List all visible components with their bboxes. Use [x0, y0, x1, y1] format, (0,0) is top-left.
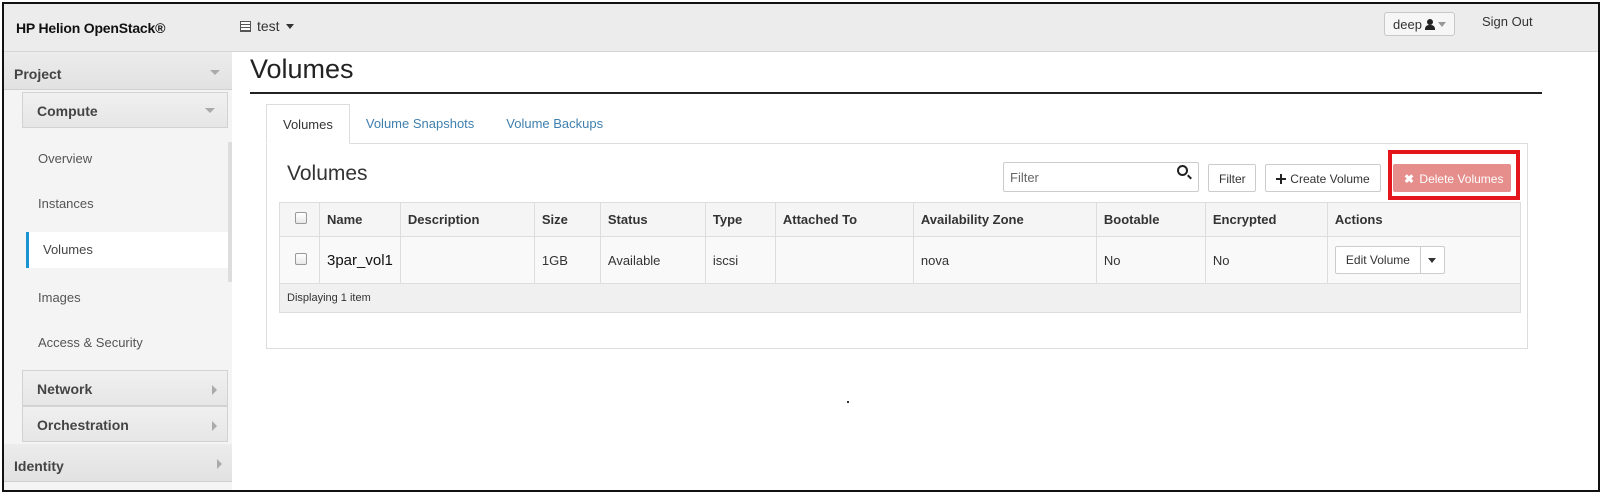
sidebar-item-instances[interactable]: Instances [22, 186, 228, 222]
user-menu-button[interactable]: deep [1384, 12, 1455, 36]
top-navbar: HP Helion OpenStack® test deep Sign Out [4, 4, 1598, 52]
volume-size: 1GB [533, 236, 601, 284]
column-header-bootable[interactable]: Bootable [1095, 202, 1206, 237]
user-icon [1424, 18, 1435, 30]
select-all-checkbox[interactable] [295, 212, 307, 224]
sidebar-panel-compute[interactable]: Compute [22, 92, 228, 128]
chevron-down-icon [1437, 21, 1446, 27]
volume-availability-zone: nova [912, 236, 1097, 284]
table-item-count: Displaying 1 item [279, 283, 1521, 313]
page-title: Volumes [250, 54, 354, 84]
volume-attached-to [774, 236, 914, 284]
column-header-name[interactable]: Name [319, 202, 401, 237]
app-frame: HP Helion OpenStack® test deep Sign Out … [2, 2, 1600, 492]
sidebar-panel-label: Orchestration [37, 417, 129, 433]
tab-volume-snapshots[interactable]: Volume Snapshots [350, 104, 490, 144]
project-selector[interactable]: test [240, 18, 294, 34]
project-list-icon [240, 20, 251, 32]
edit-volume-button[interactable]: Edit Volume [1334, 246, 1421, 274]
sidebar-panel-label: Network [37, 381, 93, 397]
column-header-availability-zone[interactable]: Availability Zone [912, 202, 1097, 237]
tab-volume-backups[interactable]: Volume Backups [490, 104, 619, 144]
create-volume-button[interactable]: Create Volume [1265, 164, 1381, 192]
column-header-description[interactable]: Description [399, 202, 535, 237]
sidebar-scrollbar[interactable] [228, 142, 232, 282]
chevron-right-icon [212, 385, 217, 395]
sidebar: Project Compute Overview Instances Volum… [4, 52, 232, 490]
sidebar-item-overview[interactable]: Overview [22, 141, 228, 177]
table-row: 3par_vol1 1GB Available iscsi nova No No… [279, 236, 1522, 284]
sidebar-item-images[interactable]: Images [22, 280, 228, 316]
panel-title: Volumes [287, 162, 368, 185]
sign-out-link[interactable]: Sign Out [1482, 14, 1533, 29]
sidebar-section-label: Project [14, 66, 62, 82]
brand-logo[interactable]: HP Helion OpenStack® [16, 20, 165, 36]
volumes-panel: Volumes Filter Create Volume ✖ Delete Vo… [266, 143, 1528, 349]
table-header-row: Name Description Size Status Type Attach… [279, 202, 1522, 237]
tab-bar: Volumes Volume Snapshots Volume Backups [266, 104, 619, 144]
column-header-size[interactable]: Size [533, 202, 601, 237]
filter-button[interactable]: Filter [1208, 164, 1256, 192]
column-header-type[interactable]: Type [704, 202, 776, 237]
volume-encrypted: No [1204, 236, 1328, 284]
create-volume-label: Create Volume [1290, 172, 1370, 186]
volume-name-link[interactable]: 3par_vol1 [319, 236, 401, 284]
project-name: test [257, 18, 280, 34]
volume-type: iscsi [704, 236, 776, 284]
row-select-cell [279, 236, 320, 284]
select-all-cell [279, 202, 320, 237]
volumes-table: Name Description Size Status Type Attach… [279, 202, 1522, 313]
row-actions-dropdown[interactable] [1420, 246, 1445, 274]
chevron-right-icon [212, 421, 217, 431]
sidebar-item-access-security[interactable]: Access & Security [22, 325, 228, 361]
chevron-down-icon [285, 23, 294, 29]
chevron-down-icon [205, 108, 215, 113]
plus-icon [1276, 174, 1287, 184]
sidebar-section-label: Identity [14, 458, 64, 474]
filter-input[interactable] [1003, 162, 1199, 192]
search-icon[interactable] [1177, 165, 1188, 176]
volume-actions-cell: Edit Volume [1326, 236, 1522, 284]
volume-description [399, 236, 535, 284]
volume-bootable: No [1095, 236, 1206, 284]
sidebar-panel-label: Compute [37, 103, 98, 119]
delete-button-highlight [1388, 150, 1520, 200]
stray-dot [847, 401, 849, 403]
column-header-actions: Actions [1326, 202, 1522, 237]
sidebar-panel-orchestration[interactable]: Orchestration [22, 406, 228, 442]
column-header-status[interactable]: Status [599, 202, 706, 237]
chevron-down-icon [1428, 257, 1437, 263]
row-actions-group: Edit Volume [1334, 246, 1513, 274]
sidebar-section-project[interactable]: Project [4, 52, 232, 90]
row-checkbox[interactable] [295, 252, 307, 265]
column-header-encrypted[interactable]: Encrypted [1204, 202, 1328, 237]
chevron-down-icon [210, 70, 220, 75]
table-footer-row: Displaying 1 item [279, 283, 1521, 313]
chevron-right-icon [217, 459, 222, 469]
user-name: deep [1393, 16, 1422, 32]
sidebar-section-identity[interactable]: Identity [4, 444, 232, 482]
title-divider [250, 92, 1542, 94]
sidebar-item-volumes[interactable]: Volumes [26, 232, 232, 268]
tab-volumes[interactable]: Volumes [266, 104, 350, 144]
column-header-attached-to[interactable]: Attached To [774, 202, 914, 237]
volume-status: Available [599, 236, 706, 284]
sidebar-panel-network[interactable]: Network [22, 370, 228, 406]
